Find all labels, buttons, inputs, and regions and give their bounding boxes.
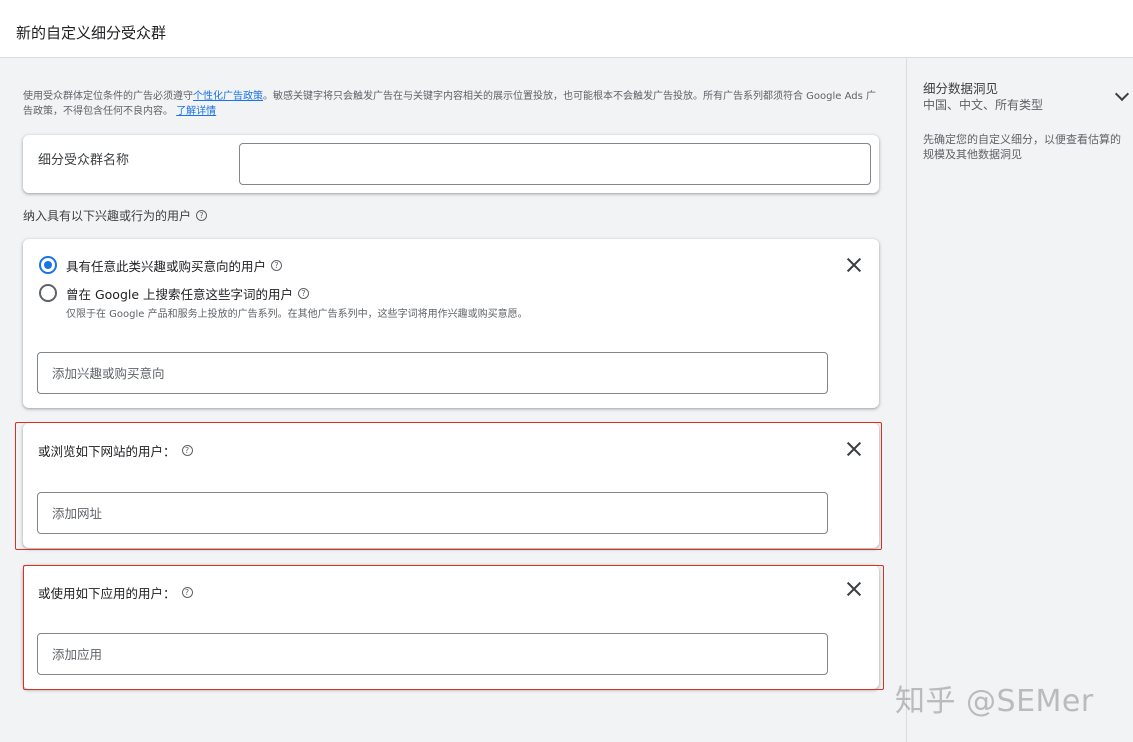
insights-title: 细分数据洞见: [923, 81, 999, 96]
app-highlight-box: [23, 565, 884, 690]
radio-option-search[interactable]: 曾在 Google 上搜索任意这些字词的用户? 仅限于在 Google 产品和服…: [39, 284, 528, 320]
interest-input[interactable]: [37, 352, 828, 394]
interest-option-label: 具有任意此类兴趣或购买意向的用户: [66, 259, 267, 274]
watermark: 知乎 @SEMer: [895, 684, 1094, 719]
interest-card: 具有任意此类兴趣或购买意向的用户? 曾在 Google 上搜索任意这些字词的用户…: [23, 239, 879, 408]
include-section-label: 纳入具有以下兴趣或行为的用户 ?: [23, 207, 208, 224]
learn-more-link[interactable]: 了解详情: [176, 106, 216, 117]
segment-name-card: 细分受众群名称: [23, 135, 879, 193]
insights-sidebar: 细分数据洞见 中国、中文、所有类型 先确定您的自定义细分，以便查看估算的规模及其…: [906, 58, 1133, 742]
insights-subtitle: 中国、中文、所有类型: [923, 98, 1044, 112]
help-icon[interactable]: ?: [298, 288, 310, 299]
help-icon[interactable]: ?: [271, 260, 283, 271]
policy-text-before: 使用受众群体定位条件的广告必须遵守: [23, 91, 193, 102]
help-icon[interactable]: ?: [196, 210, 208, 221]
search-option-label: 曾在 Google 上搜索任意这些字词的用户: [66, 287, 294, 302]
include-section-text: 纳入具有以下兴趣或行为的用户: [23, 209, 192, 223]
radio-option-interest[interactable]: 具有任意此类兴趣或购买意向的用户?: [39, 256, 283, 275]
search-option-description: 仅限于在 Google 产品和服务上投放的广告系列。在其他广告系列中，这些字词将…: [66, 309, 528, 320]
segment-name-label: 细分受众群名称: [38, 153, 130, 168]
radio-button-unselected[interactable]: [39, 284, 57, 302]
main-content: 使用受众群体定位条件的广告必须遵守个性化广告政策。敏感关键字将只会触发广告在与关…: [0, 58, 906, 742]
personalized-ads-policy-link[interactable]: 个性化广告政策: [193, 91, 263, 102]
policy-notice: 使用受众群体定位条件的广告必须遵守个性化广告政策。敏感关键字将只会触发广告在与关…: [23, 89, 883, 119]
segment-name-input[interactable]: [239, 143, 871, 185]
page-header: 新的自定义细分受众群: [0, 0, 1133, 58]
close-icon[interactable]: [846, 257, 862, 273]
page-title: 新的自定义细分受众群: [16, 24, 167, 42]
chevron-down-icon[interactable]: [1114, 86, 1130, 102]
insights-description: 先确定您的自定义细分，以便查看估算的规模及其他数据洞见: [923, 133, 1121, 161]
radio-button-selected[interactable]: [39, 256, 57, 274]
website-highlight-box: [15, 422, 882, 550]
